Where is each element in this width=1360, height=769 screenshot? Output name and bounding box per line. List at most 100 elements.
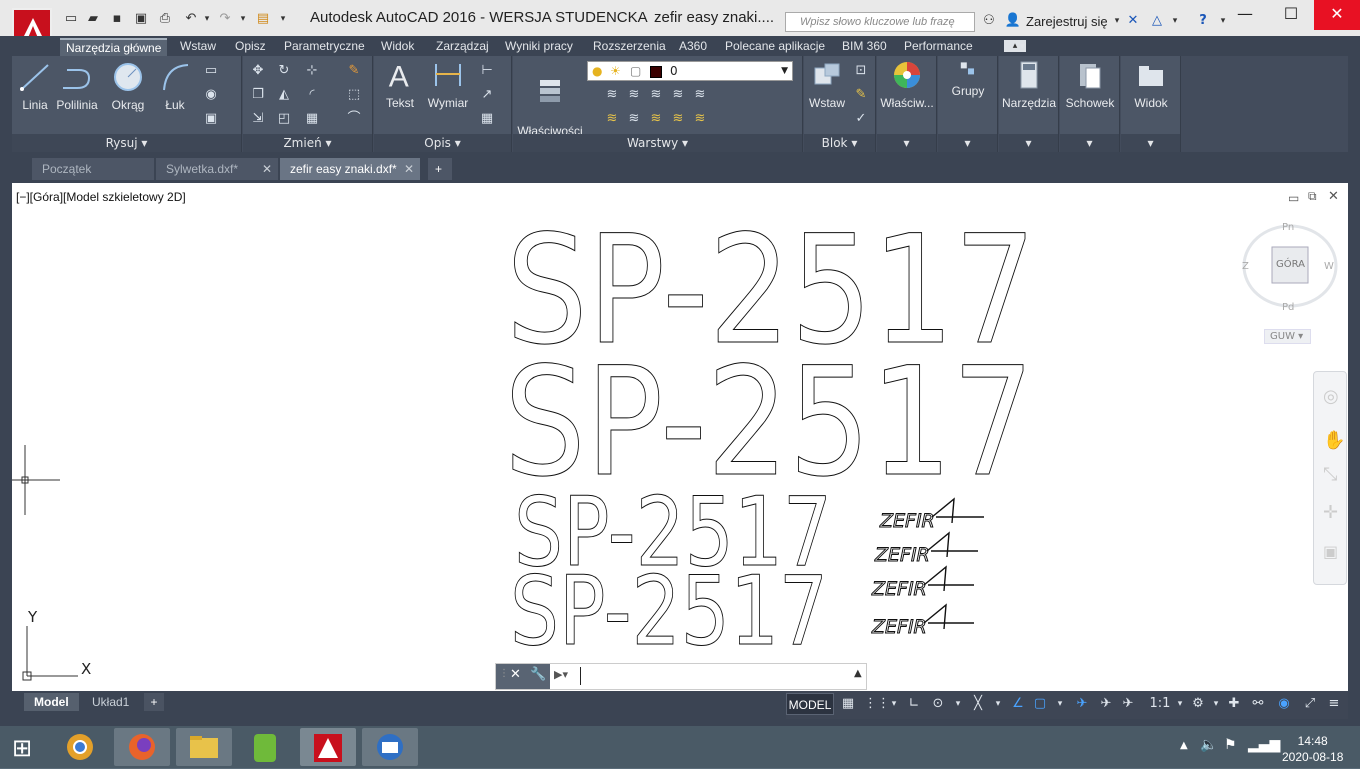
- insert-block-button[interactable]: Wstaw: [806, 60, 848, 110]
- snap-icon[interactable]: ⋮⋮: [864, 696, 890, 712]
- object-snap-tracking-icon[interactable]: ∠: [1010, 696, 1026, 712]
- edit-block-icon[interactable]: ✎: [852, 86, 870, 104]
- panel-rysuj-title[interactable]: Rysuj ▾: [12, 134, 241, 152]
- tab-rozszerzenia[interactable]: Rozszerzenia: [593, 38, 666, 56]
- command-line[interactable]: ⋮ ✕ 🔧 ▶▾ ▲: [495, 663, 867, 690]
- block-attributes-icon[interactable]: ✓: [852, 110, 870, 128]
- redo-dropdown-icon[interactable]: ▾: [234, 10, 252, 28]
- task-file-explorer[interactable]: [176, 728, 232, 766]
- command-input[interactable]: [580, 667, 581, 685]
- command-customize-icon[interactable]: 🔧: [530, 667, 546, 682]
- tab-parametryczne[interactable]: Parametryczne: [284, 38, 365, 56]
- layout-tab-model[interactable]: Model: [24, 693, 79, 711]
- user-icon[interactable]: 👤: [1004, 12, 1022, 30]
- auto-scale-icon[interactable]: ✈: [1098, 696, 1114, 712]
- tab-bim-360[interactable]: BIM 360: [842, 38, 887, 56]
- polar-icon[interactable]: ⊙: [930, 696, 946, 712]
- layer-tool-7-icon[interactable]: ≋: [625, 110, 643, 128]
- panel-zmien-title[interactable]: Zmień ▾: [243, 134, 372, 152]
- network-icon[interactable]: ▂▄▆: [1248, 737, 1280, 753]
- scale-icon[interactable]: ◰: [275, 110, 293, 128]
- tab-a360[interactable]: A360: [679, 38, 707, 56]
- snap-dropdown-icon[interactable]: ▾: [886, 696, 902, 712]
- workspace-gear-icon[interactable]: ⚙: [1190, 696, 1206, 712]
- annotation-visibility-icon[interactable]: ✈: [1074, 696, 1090, 712]
- close-tab-icon[interactable]: ✕: [404, 158, 414, 180]
- mirror-icon[interactable]: ◭: [275, 86, 293, 104]
- windows-start-icon[interactable]: ⊞: [12, 734, 32, 762]
- minimize-button[interactable]: —: [1222, 0, 1268, 30]
- command-prompt-icon[interactable]: ▶▾: [554, 668, 568, 681]
- object-snap-icon[interactable]: ▢: [1032, 696, 1048, 712]
- layer-tool-3-icon[interactable]: ≋: [647, 86, 665, 104]
- save-as-icon[interactable]: ▣: [132, 10, 150, 28]
- move-icon[interactable]: ✥: [249, 62, 267, 80]
- lock-icon[interactable]: ▢: [630, 62, 641, 80]
- new-file-icon[interactable]: ▭: [62, 10, 80, 28]
- layer-dropdown[interactable]: ● ☀ ▢ 0 ▼: [587, 61, 793, 81]
- customization-icon[interactable]: ≡: [1326, 696, 1342, 712]
- tab-wstaw[interactable]: Wstaw: [180, 38, 216, 56]
- tab-narzedzia-glowne[interactable]: Narzędzia główne: [60, 38, 168, 56]
- layer-tool-10-icon[interactable]: ≋: [691, 110, 709, 128]
- rotate-icon[interactable]: ↻: [275, 62, 293, 80]
- layer-tool-8-icon[interactable]: ≋: [647, 110, 665, 128]
- workspace-icon[interactable]: ▤: [254, 10, 272, 28]
- erase-icon[interactable]: ✎: [345, 62, 363, 80]
- create-block-icon[interactable]: ⊡: [852, 62, 870, 80]
- print-icon[interactable]: ⎙: [156, 10, 174, 28]
- registration-mark-4[interactable]: SP-2517: [510, 557, 829, 668]
- new-layout-icon[interactable]: +: [144, 693, 164, 711]
- panel-warstwy-title[interactable]: Warstwy ▾: [513, 134, 802, 152]
- panel-opis-title[interactable]: Opis ▾: [374, 134, 511, 152]
- object-snap-dropdown-icon[interactable]: ▾: [1052, 696, 1068, 712]
- system-clock[interactable]: 14:48 2020-08-18: [1282, 733, 1343, 765]
- copy-icon[interactable]: ❐: [249, 86, 267, 104]
- clipboard-button[interactable]: Schowek: [1060, 60, 1120, 110]
- binoculars-icon[interactable]: ⚇: [980, 12, 998, 30]
- properties-button[interactable]: Właściw...: [877, 60, 937, 110]
- close-button[interactable]: ✕: [1314, 0, 1360, 30]
- a360-icon[interactable]: △: [1148, 12, 1166, 30]
- viewcube-south-label[interactable]: Pd: [1282, 302, 1294, 313]
- polyline-button[interactable]: Polilinia: [54, 62, 100, 112]
- text-button[interactable]: A Tekst: [380, 60, 420, 110]
- fillet-icon[interactable]: ◜: [303, 86, 321, 104]
- layer-tool-9-icon[interactable]: ≋: [669, 110, 687, 128]
- layer-tool-2-icon[interactable]: ≋: [625, 86, 643, 104]
- panel-blok-title[interactable]: Blok ▾: [804, 134, 875, 152]
- layer-dropdown-arrow-icon[interactable]: ▼: [781, 62, 788, 80]
- tab-polecane-aplikacje[interactable]: Polecane aplikacje: [725, 38, 825, 56]
- annotation-monitor-icon[interactable]: ✚: [1226, 696, 1242, 712]
- save-icon[interactable]: ▪: [108, 10, 126, 28]
- file-tab-sylwetka[interactable]: Sylwetka.dxf* ✕: [156, 158, 278, 180]
- tab-widok[interactable]: Widok: [381, 38, 414, 56]
- offset-icon[interactable]: ⌒: [345, 110, 363, 128]
- search-input[interactable]: Wpisz słowo kluczowe lub frazę: [785, 12, 975, 32]
- table-icon[interactable]: ▦: [478, 110, 496, 128]
- zoom-extents-icon[interactable]: ⤡: [1323, 464, 1337, 485]
- isodraft-dropdown-icon[interactable]: ▾: [990, 696, 1006, 712]
- panel-schowek-expand-icon[interactable]: ▾: [1060, 134, 1119, 152]
- panel-wlasciwosci-expand-icon[interactable]: ▾: [877, 134, 936, 152]
- arc-button[interactable]: Łuk: [160, 62, 190, 112]
- help-icon[interactable]: ?: [1194, 12, 1212, 30]
- task-autocad[interactable]: [300, 728, 356, 766]
- rectangle-icon[interactable]: ▭: [202, 62, 220, 80]
- panel-narzedzia-expand-icon[interactable]: ▾: [999, 134, 1058, 152]
- grid-icon[interactable]: ▦: [840, 696, 856, 712]
- zefir-logo-4[interactable]: ZEFIR: [871, 603, 974, 639]
- zefir-logo-3[interactable]: ZEFIR: [871, 565, 974, 601]
- exchange-apps-icon[interactable]: ✕: [1124, 12, 1142, 30]
- viewcube-west-label[interactable]: Z: [1242, 261, 1249, 272]
- layer-color-swatch[interactable]: [650, 66, 662, 78]
- undo-dropdown-icon[interactable]: ▾: [198, 10, 216, 28]
- array-icon[interactable]: ▦: [303, 110, 321, 128]
- wcs-dropdown[interactable]: GUW ▾: [1264, 329, 1311, 344]
- task-firefox[interactable]: [114, 728, 170, 766]
- polar-dropdown-icon[interactable]: ▾: [950, 696, 966, 712]
- command-history-icon[interactable]: ▲: [854, 668, 862, 679]
- panel-widok-expand-icon[interactable]: ▾: [1121, 134, 1180, 152]
- pan-hand-icon[interactable]: ✋: [1323, 430, 1345, 451]
- annotation-scale-icon[interactable]: ✈: [1120, 696, 1136, 712]
